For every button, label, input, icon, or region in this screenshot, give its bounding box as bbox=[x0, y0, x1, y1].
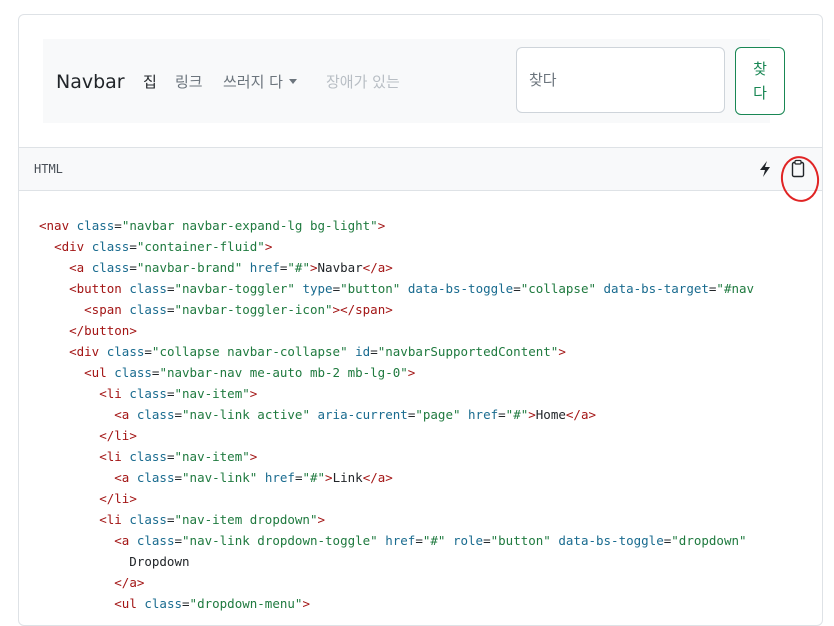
code-line: </li> bbox=[99, 491, 137, 506]
code-line: <a class="nav-link dropdown-toggle" href… bbox=[114, 533, 747, 548]
code-line: <nav class="navbar navbar-expand-lg bg-l… bbox=[39, 218, 386, 233]
code-line: <a class="navbar-brand" href="#">Navbar<… bbox=[69, 260, 393, 275]
code-block: <nav class="navbar navbar-expand-lg bg-l… bbox=[19, 191, 822, 614]
code-line: <li class="nav-item"> bbox=[99, 449, 258, 464]
code-line: <span class="navbar-toggler-icon"></span… bbox=[84, 302, 393, 317]
code-line: <a class="nav-link" href="#">Link</a> bbox=[114, 470, 393, 485]
search-button[interactable]: 찾다 bbox=[735, 47, 785, 115]
code-line: <a class="nav-link active" aria-current=… bbox=[114, 407, 596, 422]
navbar-brand[interactable]: Navbar bbox=[56, 71, 125, 93]
search-input[interactable] bbox=[516, 47, 725, 113]
code-line: <button class="navbar-toggler" type="but… bbox=[69, 281, 755, 296]
code-line: <li class="nav-item dropdown"> bbox=[99, 512, 326, 527]
lightning-icon[interactable] bbox=[756, 159, 774, 179]
caret-down-icon bbox=[288, 79, 297, 84]
code-line: <div class="container-fluid"> bbox=[54, 239, 273, 254]
example-card: Navbar 집 링크 쓰러지 다 장애가 있는 찾다 HTML <nav cl… bbox=[18, 14, 823, 626]
nav-link-home[interactable]: 집 bbox=[143, 72, 157, 92]
code-line: </a> bbox=[114, 575, 145, 590]
code-header: HTML bbox=[19, 148, 822, 205]
example-preview: Navbar 집 링크 쓰러지 다 장애가 있는 찾다 bbox=[19, 15, 822, 148]
code-line: </li> bbox=[99, 428, 137, 443]
code-language-label: HTML bbox=[34, 162, 63, 176]
code-line: <div class="collapse navbar-collapse" id… bbox=[69, 344, 566, 359]
code-line: <li class="nav-item"> bbox=[99, 386, 258, 401]
code-line: </button> bbox=[69, 323, 137, 338]
code-line: <ul class="navbar-nav me-auto mb-2 mb-lg… bbox=[84, 365, 416, 380]
nav-link-disabled: 장애가 있는 bbox=[326, 73, 400, 91]
navbar: Navbar 집 링크 쓰러지 다 장애가 있는 찾다 bbox=[43, 39, 785, 123]
nav-dropdown-toggle[interactable]: 쓰러지 다 bbox=[223, 72, 297, 92]
nav-dropdown-label: 쓰러지 다 bbox=[223, 73, 283, 91]
code-line: Dropdown bbox=[39, 554, 190, 569]
nav-link-link[interactable]: 링크 bbox=[175, 72, 203, 92]
